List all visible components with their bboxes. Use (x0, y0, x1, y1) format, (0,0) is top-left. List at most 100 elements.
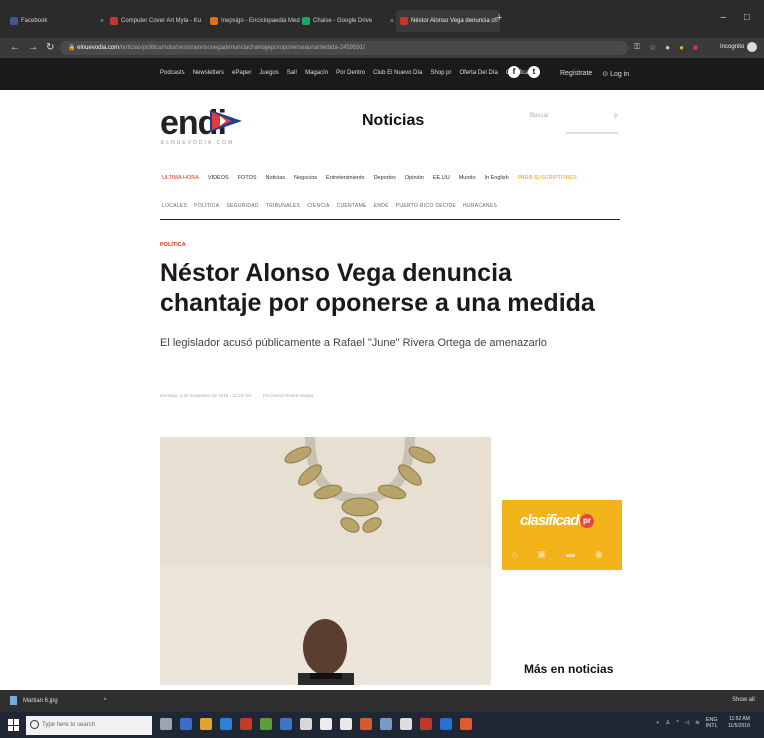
register-link[interactable]: Regístrate (560, 70, 592, 78)
reload-icon[interactable]: ↻ (46, 42, 54, 53)
app-icon[interactable] (380, 718, 392, 730)
ad-badge: pr (580, 514, 594, 528)
download-item[interactable]: Martian 6.jpg ^ (10, 696, 107, 705)
nav-item-subscribers[interactable]: PARA SUSCRIPTORES (518, 175, 577, 181)
forward-icon[interactable]: → (28, 42, 38, 53)
nav-item[interactable]: VIDEOS (208, 175, 229, 181)
sub-nav-item[interactable]: POLÍTICA (194, 203, 219, 209)
sub-nav-item[interactable]: LOCALES (162, 203, 187, 209)
nav-item[interactable]: EE.UU (433, 175, 450, 181)
nav-link[interactable]: Podcasts (160, 70, 185, 76)
taskbar-clock[interactable]: 11:52 AM 11/5/2018 (728, 716, 750, 730)
close-icon[interactable]: × (96, 18, 104, 25)
browser-tab[interactable]: Chaise - Google Drive × (302, 10, 394, 32)
nav-link[interactable]: Oferta Del Día (460, 70, 498, 76)
nav-link[interactable]: Juegos (259, 70, 278, 76)
taskbar-apps (160, 718, 472, 730)
chevron-up-icon[interactable]: ^ (104, 698, 107, 704)
network-icon[interactable]: ● (656, 720, 659, 726)
browser-tab[interactable]: Computer Cover Art Myla - Ku × (110, 10, 204, 32)
tab-title: Computer Cover Art Myla - Ku (121, 18, 202, 24)
search-icon[interactable]: ⚲ (614, 113, 618, 120)
extension-icon[interactable]: ● (679, 43, 684, 52)
app-icon[interactable] (400, 718, 412, 730)
browser-tab[interactable]: Inepsigo - Enciclopaedia Med × (210, 10, 304, 32)
wifi-icon[interactable]: ≋ (695, 720, 700, 726)
nav-item[interactable]: FOTOS (238, 175, 257, 181)
volume-icon[interactable]: ◁ (685, 720, 689, 726)
google-drive-icon (302, 17, 310, 25)
close-icon[interactable]: × (201, 18, 204, 25)
maximize-icon[interactable]: □ (744, 12, 750, 23)
nav-item[interactable]: In English (485, 175, 509, 181)
back-icon[interactable]: ← (10, 42, 20, 53)
taskbar-search-input[interactable]: Type here to search (26, 716, 152, 735)
app-icon[interactable] (440, 718, 452, 730)
app-icon[interactable] (300, 718, 312, 730)
address-bar[interactable]: 🔒 elnuevodia.com/noticias/politica/nota/… (60, 41, 628, 55)
sub-nav-item[interactable]: CUENTAME (337, 203, 367, 209)
nav-link[interactable]: ePaper (232, 70, 251, 76)
chevron-up-icon[interactable]: ^ (676, 720, 679, 726)
browser-tab-active[interactable]: Néstor Alonso Vega denuncia ch × (396, 10, 500, 32)
nav-link[interactable]: Shop pr (430, 70, 451, 76)
nav-link[interactable]: Club El Nuevo Día (373, 70, 422, 76)
chrome-icon[interactable] (320, 718, 332, 730)
store-icon[interactable] (220, 718, 232, 730)
person-icon[interactable]: ♙ (665, 720, 670, 726)
home-icon[interactable]: ⌂ (512, 549, 517, 560)
article-author[interactable]: Por Daniel Rivera Vargas (263, 393, 313, 398)
sub-nav-item[interactable]: PUERTO RICO DECIDE (396, 203, 456, 209)
sub-nav-item[interactable]: CIENCIA (307, 203, 329, 209)
twitter-icon[interactable]: t (528, 66, 540, 78)
nav-item[interactable]: Opinión (405, 175, 424, 181)
extension-icon[interactable]: ● (665, 43, 670, 52)
sub-nav-item[interactable]: TRIBUNALES (266, 203, 300, 209)
language-indicator[interactable]: ENG INTL (706, 717, 718, 729)
article-kicker[interactable]: POLÍTICA (160, 242, 186, 248)
nav-link[interactable]: Newsletters (193, 70, 224, 76)
nav-link[interactable]: Sal! (287, 70, 297, 76)
nav-link[interactable]: Por Dentro (336, 70, 365, 76)
car-icon[interactable]: ▬ (566, 549, 575, 560)
cortana-icon[interactable] (160, 718, 172, 730)
article-photo (160, 437, 491, 685)
star-icon[interactable]: ☆ (649, 43, 656, 52)
task-view-icon[interactable] (180, 718, 192, 730)
app-icon[interactable] (260, 718, 272, 730)
windows-start-icon[interactable] (8, 719, 20, 731)
facebook-icon[interactable]: f (508, 66, 520, 78)
nav-item[interactable]: ULTIMA HORA (162, 175, 199, 181)
tab-title: Néstor Alonso Vega denuncia ch (411, 18, 498, 24)
app-icon[interactable] (420, 718, 432, 730)
facebook-icon (10, 17, 18, 25)
clock-time: 11:52 AM (729, 716, 750, 722)
powerpoint-icon[interactable] (360, 718, 372, 730)
login-link[interactable]: ⊙ Log in (602, 70, 629, 78)
app-icon[interactable] (340, 718, 352, 730)
close-icon[interactable]: × (386, 18, 394, 25)
tag-icon[interactable]: ◉ (595, 549, 603, 560)
app-icon[interactable] (460, 718, 472, 730)
minimize-icon[interactable]: – (720, 12, 726, 23)
sub-nav-item[interactable]: ENDE (374, 203, 389, 209)
sub-nav-item[interactable]: SEGURIDAD (226, 203, 258, 209)
nav-item[interactable]: Noticias (266, 175, 286, 181)
new-tab-button[interactable]: + (496, 12, 502, 24)
nav-link[interactable]: Magacín (305, 70, 328, 76)
nav-item[interactable]: Entretenimiento (326, 175, 365, 181)
app-icon[interactable] (240, 718, 252, 730)
word-icon[interactable] (280, 718, 292, 730)
nav-item[interactable]: Mundo (459, 175, 476, 181)
show-all-button[interactable]: Show all (732, 697, 755, 703)
file-explorer-icon[interactable] (200, 718, 212, 730)
profile-button[interactable]: Incognito (720, 42, 758, 52)
extension-icon[interactable]: ■ (693, 43, 698, 52)
key-icon[interactable]: ⚿ (634, 42, 640, 52)
sub-nav-item[interactable]: HURACANES (463, 203, 497, 209)
browser-tab[interactable]: Facebook × (10, 10, 104, 32)
briefcase-icon[interactable]: ▣ (537, 549, 546, 560)
nav-item[interactable]: Negocios (294, 175, 317, 181)
search-box[interactable]: Buscar ⚲ (530, 110, 618, 122)
nav-item[interactable]: Deportes (374, 175, 396, 181)
